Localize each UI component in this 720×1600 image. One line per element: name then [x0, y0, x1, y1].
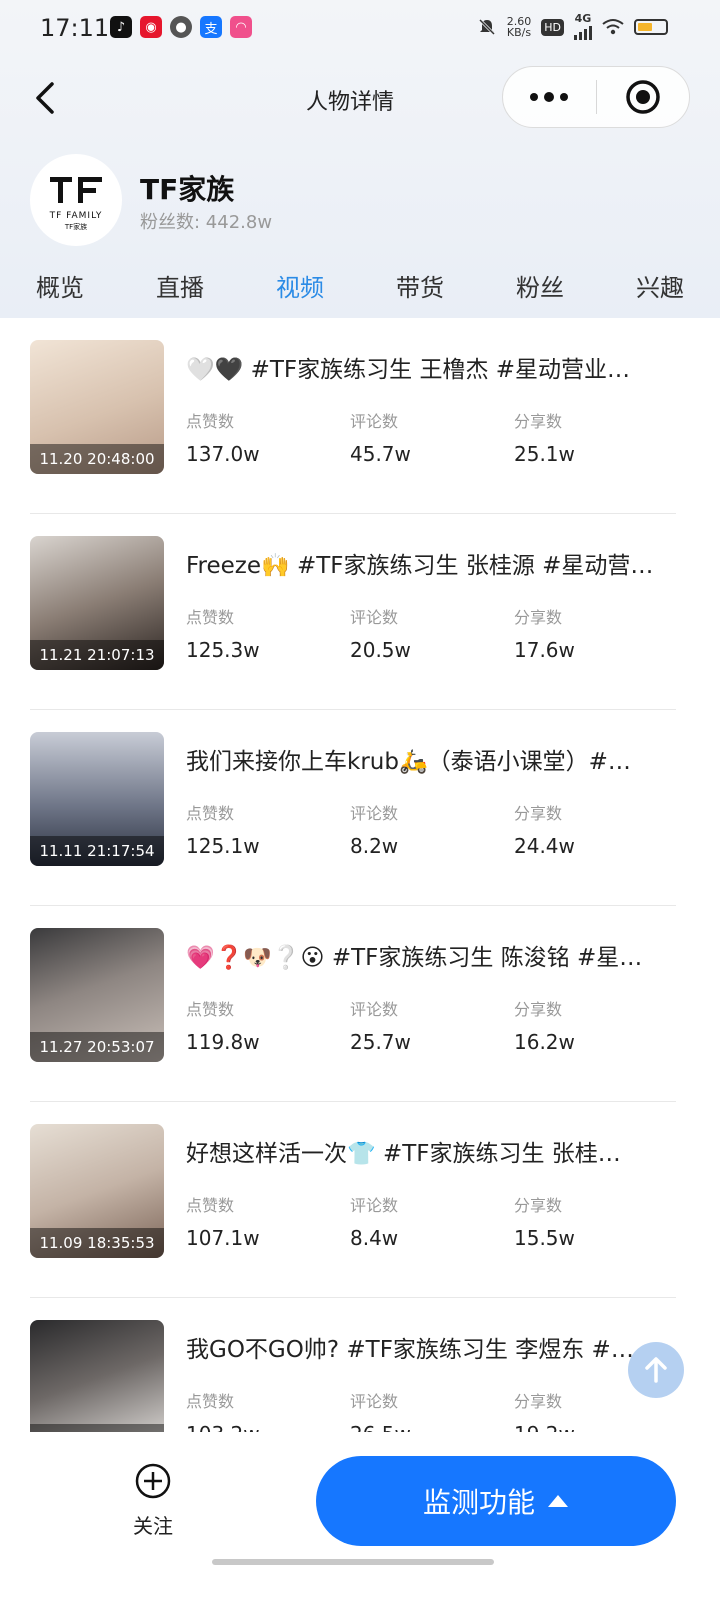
video-thumbnail[interactable]: 11.21 21:07:13	[30, 536, 164, 670]
monitor-label: 监测功能	[422, 1486, 535, 1519]
comments-stat: 评论数 45.7w	[350, 412, 411, 466]
likes-stat: 点赞数 125.1w	[186, 804, 260, 858]
miniprogram-capsule	[502, 66, 690, 128]
video-title: 💗❓🐶❔😮 #TF家族练习生 陈浚铭 #星…	[186, 945, 643, 971]
target-icon	[626, 80, 660, 114]
shares-stat: 分享数 16.2w	[514, 1000, 575, 1054]
avatar: TF FAMILY TF家族	[30, 154, 122, 246]
video-title: Freeze🙌 #TF家族练习生 张桂源 #星动营…	[186, 553, 654, 579]
video-time: 11.11 21:17:54	[30, 836, 164, 866]
shares-stat: 分享数 25.1w	[514, 412, 575, 466]
bottom-bar: 关注 监测功能	[0, 1432, 720, 1600]
message-icon: ●	[170, 16, 192, 38]
arrow-up-icon	[645, 1357, 667, 1383]
comments-stat: 评论数 25.7w	[350, 1000, 411, 1054]
plus-circle-icon	[135, 1463, 171, 1499]
comments-stat: 评论数 8.2w	[350, 804, 399, 858]
likes-stat: 点赞数 137.0w	[186, 412, 260, 466]
tab-live[interactable]: 直播	[130, 268, 230, 303]
video-thumbnail[interactable]: 11.20 20:48:00	[30, 340, 164, 474]
video-time: 11.27 20:53:07	[30, 1032, 164, 1062]
net-speed: 2.60 KB/s	[506, 15, 532, 39]
video-title: 🤍🖤 #TF家族练习生 王橹杰 #星动营业…	[186, 357, 631, 383]
hd-badge: HD	[541, 18, 564, 36]
tab-overview[interactable]: 概览	[10, 268, 110, 303]
mute-icon	[478, 18, 495, 36]
more-button[interactable]	[503, 67, 596, 127]
svg-text:TF FAMILY: TF FAMILY	[49, 211, 103, 221]
scroll-top-button[interactable]	[628, 1342, 684, 1398]
status-indicators: 2.60 KB/s HD 4G	[477, 13, 668, 40]
video-item[interactable]: 11.20 20:48:00 🤍🖤 #TF家族练习生 王橹杰 #星动营业… 点赞…	[30, 318, 676, 514]
tab-goods[interactable]: 带货	[370, 268, 470, 303]
video-title: 好想这样活一次👕 #TF家族练习生 张桂…	[186, 1141, 621, 1167]
video-item[interactable]: 11.11 21:17:54 我们来接你上车krub🛵（泰语小课堂）#… 点赞数…	[30, 710, 676, 906]
video-time: 11.20 20:48:00	[30, 444, 164, 474]
video-item[interactable]: 11.21 21:07:13 Freeze🙌 #TF家族练习生 张桂源 #星动营…	[30, 514, 676, 710]
monitor-button[interactable]: 监测功能	[316, 1456, 676, 1546]
tab-bar: 概览 直播 视频 带货 粉丝 兴趣	[0, 256, 720, 314]
video-thumbnail[interactable]: 11.11 21:17:54	[30, 732, 164, 866]
tab-interest[interactable]: 兴趣	[610, 268, 710, 303]
shares-stat: 分享数 24.4w	[514, 804, 575, 858]
comments-stat: 评论数 8.4w	[350, 1196, 399, 1250]
signal-icon: 4G	[574, 13, 592, 40]
video-thumbnail[interactable]: 11.09 18:35:53	[30, 1124, 164, 1258]
video-title: 我GO不GO帅? #TF家族练习生 李煜东 #…	[186, 1337, 634, 1363]
weibo-icon: ◉	[140, 16, 162, 38]
follow-button[interactable]: 关注	[118, 1462, 188, 1539]
video-title: 我们来接你上车krub🛵（泰语小课堂）#…	[186, 749, 631, 775]
tf-family-logo: TF FAMILY TF家族	[49, 177, 103, 231]
svg-text:TF家族: TF家族	[64, 222, 87, 231]
app-icon: ◠	[230, 16, 252, 38]
status-bar: 17:11 ♪ ◉ ● 支 ◠ 2.60 KB/s HD 4G	[0, 0, 720, 56]
caret-up-icon	[548, 1495, 568, 1507]
profile-name: TF家族	[140, 173, 235, 206]
video-time: 11.21 21:07:13	[30, 640, 164, 670]
shares-stat: 分享数 15.5w	[514, 1196, 575, 1250]
tab-video[interactable]: 视频	[250, 268, 350, 303]
wifi-icon	[602, 19, 624, 35]
likes-stat: 点赞数 125.3w	[186, 608, 260, 662]
video-thumbnail[interactable]: 11.27 20:53:07	[30, 928, 164, 1062]
tab-fans[interactable]: 粉丝	[490, 268, 590, 303]
home-indicator	[212, 1559, 494, 1565]
battery-icon	[634, 19, 668, 35]
status-time: 17:11	[40, 14, 110, 42]
fans-count: 粉丝数: 442.8w	[140, 212, 273, 233]
close-miniprogram-button[interactable]	[597, 67, 690, 127]
comments-stat: 评论数 20.5w	[350, 608, 411, 662]
video-time: 11.09 18:35:53	[30, 1228, 164, 1258]
video-item[interactable]: 11.27 20:53:07 💗❓🐶❔😮 #TF家族练习生 陈浚铭 #星… 点赞…	[30, 906, 676, 1102]
tiktok-icon: ♪	[110, 16, 132, 38]
follow-label: 关注	[133, 1514, 173, 1538]
video-item[interactable]: 11.09 18:35:53 好想这样活一次👕 #TF家族练习生 张桂… 点赞数…	[30, 1102, 676, 1298]
likes-stat: 点赞数 119.8w	[186, 1000, 260, 1054]
video-list: 11.20 20:48:00 🤍🖤 #TF家族练习生 王橹杰 #星动营业… 点赞…	[30, 318, 676, 1494]
shares-stat: 分享数 17.6w	[514, 608, 575, 662]
alipay-icon: 支	[200, 16, 222, 38]
status-app-icons: ♪ ◉ ● 支 ◠	[110, 16, 252, 38]
likes-stat: 点赞数 107.1w	[186, 1196, 260, 1250]
